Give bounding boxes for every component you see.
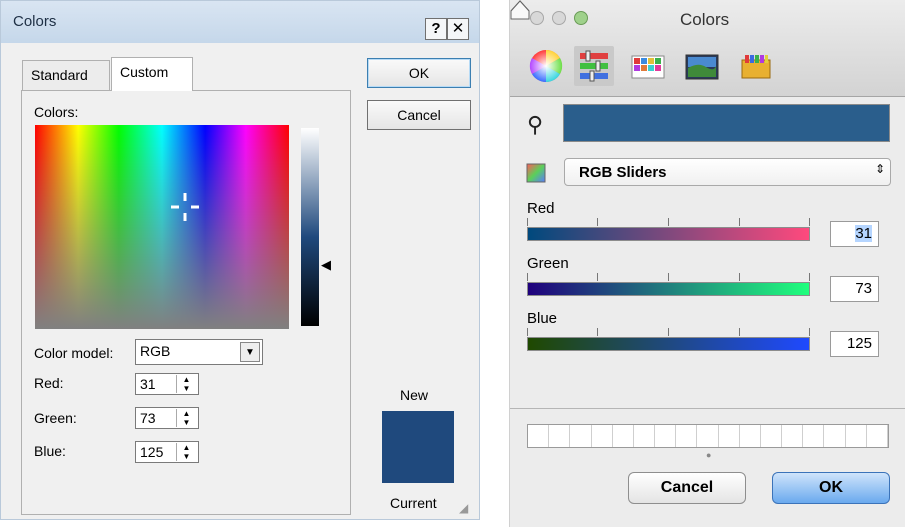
slider-mode-select[interactable]: RGB Sliders ⇕ [564,158,891,186]
close-button[interactable]: ✕ [447,18,469,40]
color-model-select[interactable]: RGB ▼ [135,339,263,365]
red-label: Red: [34,375,64,391]
tab-custom[interactable]: Custom [111,57,193,91]
image-palettes-icon[interactable] [682,46,722,86]
spin-arrows-icon[interactable]: ▲ ▼ [176,375,196,393]
swatch-drag-handle-icon[interactable]: ● [706,450,711,460]
red-slider-track[interactable] [527,227,810,241]
blue-value-field[interactable]: 125 [830,331,879,357]
blue-slider-ticks [527,328,810,336]
green-label: Green: [34,410,77,426]
color-model-label: Color model: [34,345,114,361]
current-color-label: Current [390,495,437,511]
saved-swatches-strip[interactable] [527,424,889,448]
window-close-icon[interactable] [530,11,544,25]
dropdown-arrow-icon[interactable]: ▼ [240,342,260,362]
mac-cancel-button[interactable]: Cancel [628,472,746,504]
red-slider-label: Red [527,200,555,217]
blue-slider-track[interactable] [527,337,810,351]
magnifier-icon[interactable]: ⚲ [527,112,543,138]
blue-label: Blue: [34,443,66,459]
window-minimize-icon[interactable] [552,11,566,25]
green-value-field[interactable]: 73 [830,276,879,302]
crayons-icon[interactable] [736,46,776,86]
color-wheel-icon[interactable] [526,46,566,86]
blue-slider-label: Blue [527,310,558,327]
color-picker-icon[interactable] [526,163,546,183]
cancel-button[interactable]: Cancel [367,100,471,130]
red-value[interactable]: 31 [140,376,156,392]
panel-divider [510,408,905,409]
red-slider-ticks [527,218,810,226]
green-value[interactable]: 73 [140,410,156,426]
blue-value[interactable]: 125 [140,444,163,460]
blue-spinbox[interactable]: 125 ▲ ▼ [135,441,199,463]
color-palettes-icon[interactable] [628,46,668,86]
window-zoom-icon[interactable] [574,11,588,25]
ok-button[interactable]: OK [367,58,471,88]
updown-arrows-icon: ⇕ [875,162,886,176]
current-color-well[interactable] [563,104,890,142]
crosshair-icon [171,193,199,221]
color-spectrum[interactable] [35,125,289,329]
mac-ok-button[interactable]: OK [772,472,890,504]
tab-standard[interactable]: Standard [22,60,110,90]
new-color-swatch [382,411,454,447]
green-spinbox[interactable]: 73 ▲ ▼ [135,407,199,429]
blue-slider-knob[interactable] [510,0,530,20]
color-model-value: RGB [140,343,171,359]
dialog-title: Colors [13,13,57,30]
spin-arrows-icon[interactable]: ▲ ▼ [176,409,196,427]
red-value-field[interactable]: 31 [830,221,879,247]
dialog-title-bar: Colors ? ✕ [1,1,479,43]
colors-label: Colors: [34,104,79,120]
red-spinbox[interactable]: 31 ▲ ▼ [135,373,199,395]
mac-panel-title: Colors [680,10,730,29]
windows-colors-dialog: Colors ? ✕ Standard Custom Colors: ◀ Col… [0,0,480,520]
mac-toolbar: Colors [510,0,905,97]
spin-arrows-icon[interactable]: ▲ ▼ [176,443,196,461]
new-color-label: New [400,387,429,403]
current-color-swatch [382,447,454,483]
green-slider-label: Green [527,255,569,272]
resize-grip-icon[interactable]: ◢ [459,501,468,515]
red-value-text[interactable]: 31 [855,225,872,242]
mac-colors-panel: Colors ⚲ RGB Sliders ⇕ Red 31 Green 73 B… [509,0,905,527]
slider-mode-value: RGB Sliders [579,164,667,181]
luminance-slider[interactable] [301,128,319,326]
green-slider-ticks [527,273,810,281]
help-button[interactable]: ? [425,18,447,40]
color-sliders-icon[interactable] [574,46,614,86]
luminance-arrow-icon[interactable]: ◀ [321,257,331,273]
green-slider-track[interactable] [527,282,810,296]
